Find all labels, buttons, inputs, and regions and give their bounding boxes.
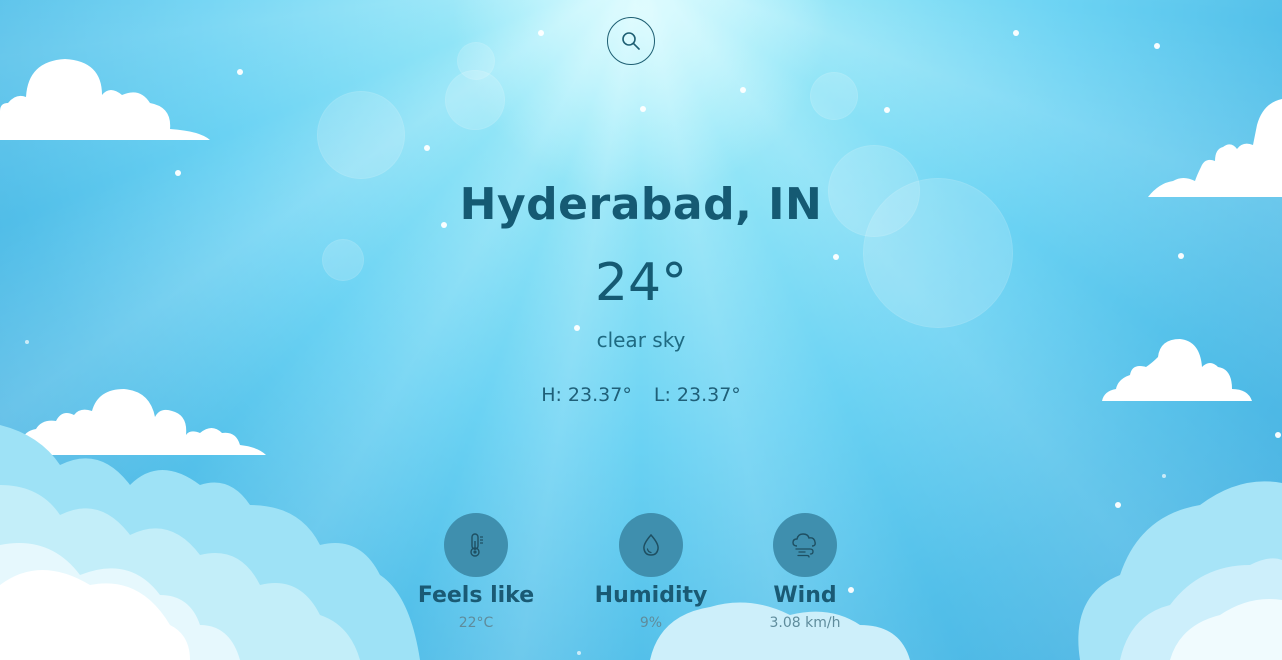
water-drop-icon-badge (619, 513, 683, 577)
sparkle-dot (424, 145, 430, 151)
thermometer-icon (470, 533, 483, 557)
stat-title: Wind (773, 583, 837, 608)
sparkle-dot (538, 30, 544, 36)
sparkle-dot (577, 651, 581, 655)
stat-value: 22°C (458, 615, 494, 631)
search-button[interactable] (607, 17, 655, 65)
stat-title: Humidity (594, 583, 708, 608)
weather-description: clear sky (596, 328, 686, 352)
city-name: Hyderabad, IN (459, 179, 823, 230)
sparkle-dot (1013, 30, 1019, 36)
stat-feels-like: Feels like 22°C (386, 513, 566, 633)
stat-wind: Wind 3.08 km/h (715, 513, 895, 633)
stat-value: 3.08 km/h (769, 615, 841, 631)
search-icon (622, 32, 640, 50)
thermometer-icon-badge (444, 513, 508, 577)
sparkle-dot (1275, 432, 1281, 438)
wind-cloud-icon-badge (773, 513, 837, 577)
bokeh-bubble (317, 91, 405, 179)
current-temperature: 24° (594, 253, 688, 313)
current-weather: Hyderabad, IN 24° clear sky H: 23.37° L:… (0, 176, 1282, 408)
stat-title: Feels like (417, 583, 535, 608)
bokeh-bubble (457, 42, 495, 80)
low-temp: L: 23.37° (653, 384, 741, 406)
sparkle-dot (237, 69, 243, 75)
cloud-bank-bottom-right (1078, 481, 1282, 660)
high-temp: H: 23.37° (541, 384, 632, 406)
high-low-temps: H: 23.37° L: 23.37° (0, 382, 1282, 408)
bokeh-bubble (810, 72, 858, 120)
cloud-bank-bottom-left (0, 425, 420, 660)
sparkle-dot (884, 107, 890, 113)
weather-scene: Hyderabad, IN 24° clear sky H: 23.37° L:… (0, 0, 1282, 660)
cloud-top-left (0, 59, 210, 140)
wind-cloud-icon (792, 533, 816, 558)
stat-humidity: Humidity 9% (561, 513, 741, 633)
sparkle-dot (1154, 43, 1160, 49)
water-drop-icon (643, 533, 659, 556)
sparkle-dot (640, 106, 646, 112)
stat-value: 9% (639, 615, 663, 631)
sparkle-dot (740, 87, 746, 93)
